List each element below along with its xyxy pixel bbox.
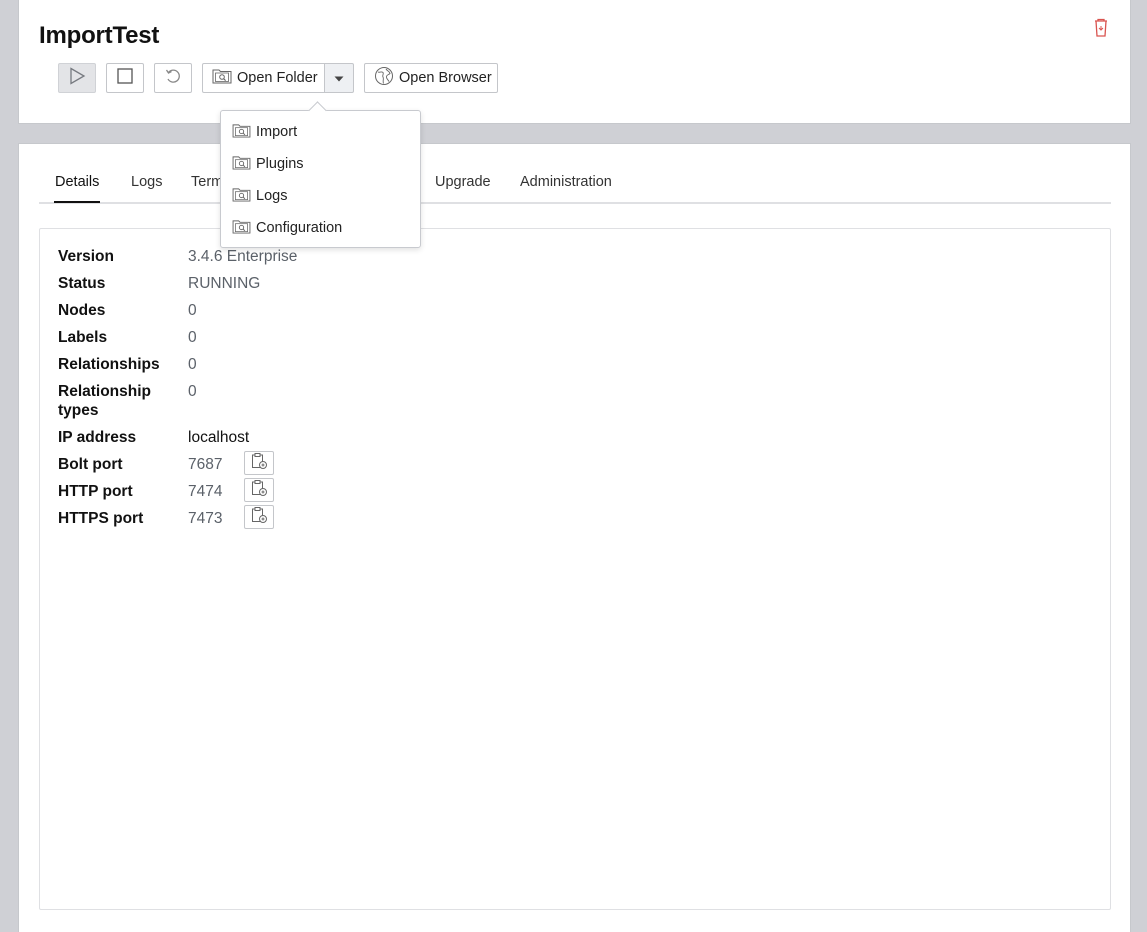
clipboard-copy-icon (250, 506, 268, 529)
detail-label: HTTPS port (58, 510, 144, 527)
copy-bolt-port-button[interactable] (244, 451, 274, 475)
folder-search-icon (232, 187, 251, 206)
detail-label: Relationship types (58, 383, 152, 419)
menu-item-label: Configuration (256, 220, 343, 236)
play-icon (68, 67, 86, 89)
clipboard-copy-icon (250, 452, 268, 475)
database-header-card: ImportTest Open Folder Open Browser (18, 0, 1131, 124)
caret-down-icon (334, 70, 344, 86)
detail-label: IP address (58, 429, 137, 446)
detail-value: 0 (188, 302, 197, 319)
tab-bar: Details Logs Term Upgrade Administration (39, 166, 1111, 204)
detail-value: 0 (188, 356, 197, 373)
folder-search-icon (232, 219, 251, 238)
stop-button[interactable] (106, 63, 144, 93)
menu-item-logs[interactable]: Logs (221, 180, 420, 212)
open-folder-dropdown-toggle[interactable] (324, 63, 354, 93)
menu-item-label: Plugins (256, 156, 304, 172)
detail-label: Bolt port (58, 456, 123, 473)
open-folder-button[interactable]: Open Folder (202, 63, 325, 93)
menu-item-label: Logs (256, 188, 288, 204)
start-button[interactable] (58, 63, 96, 93)
open-folder-label: Open Folder (237, 70, 318, 86)
folder-search-icon (212, 68, 232, 88)
detail-value: 7474 (188, 483, 223, 500)
menu-item-plugins[interactable]: Plugins (221, 148, 420, 180)
folder-search-icon (232, 155, 251, 174)
menu-item-label: Import (256, 124, 298, 140)
clipboard-copy-icon (250, 479, 268, 502)
tab-upgrade[interactable]: Upgrade (435, 174, 491, 190)
detail-value: 0 (188, 329, 197, 346)
tab-administration[interactable]: Administration (520, 174, 612, 190)
detail-value: RUNNING (188, 275, 261, 292)
database-details-card: Details Logs Term Upgrade Administration… (18, 143, 1131, 932)
detail-value: 7687 (188, 456, 223, 473)
restart-icon (164, 67, 182, 89)
open-browser-label: Open Browser (399, 70, 492, 86)
detail-value: 7473 (188, 510, 223, 527)
copy-http-port-button[interactable] (244, 478, 274, 502)
delete-trash-icon[interactable] (1091, 17, 1111, 39)
globe-icon (374, 66, 394, 90)
detail-label: Relationships (58, 356, 160, 373)
detail-value: 3.4.6 Enterprise (188, 248, 298, 265)
detail-value: localhost (188, 429, 250, 446)
detail-label: HTTP port (58, 483, 133, 500)
restart-button[interactable] (154, 63, 192, 93)
tab-terminal[interactable]: Term (191, 174, 223, 190)
tab-details[interactable]: Details (53, 174, 101, 203)
detail-value: 0 (188, 383, 197, 400)
copy-https-port-button[interactable] (244, 505, 274, 529)
menu-item-import[interactable]: Import (221, 116, 420, 148)
open-browser-button[interactable]: Open Browser (364, 63, 498, 93)
open-folder-menu: Import Plugins Logs Configuration (220, 110, 421, 248)
details-panel: Version 3.4.6 Enterprise Status RUNNING … (39, 228, 1111, 910)
stop-icon (117, 68, 133, 88)
detail-label: Version (58, 248, 114, 265)
detail-label: Labels (58, 329, 108, 346)
menu-item-configuration[interactable]: Configuration (221, 212, 420, 244)
detail-label: Status (58, 275, 106, 292)
folder-search-icon (232, 123, 251, 142)
detail-label: Nodes (58, 302, 106, 319)
tab-logs[interactable]: Logs (131, 174, 162, 190)
page-title: ImportTest (39, 22, 160, 49)
